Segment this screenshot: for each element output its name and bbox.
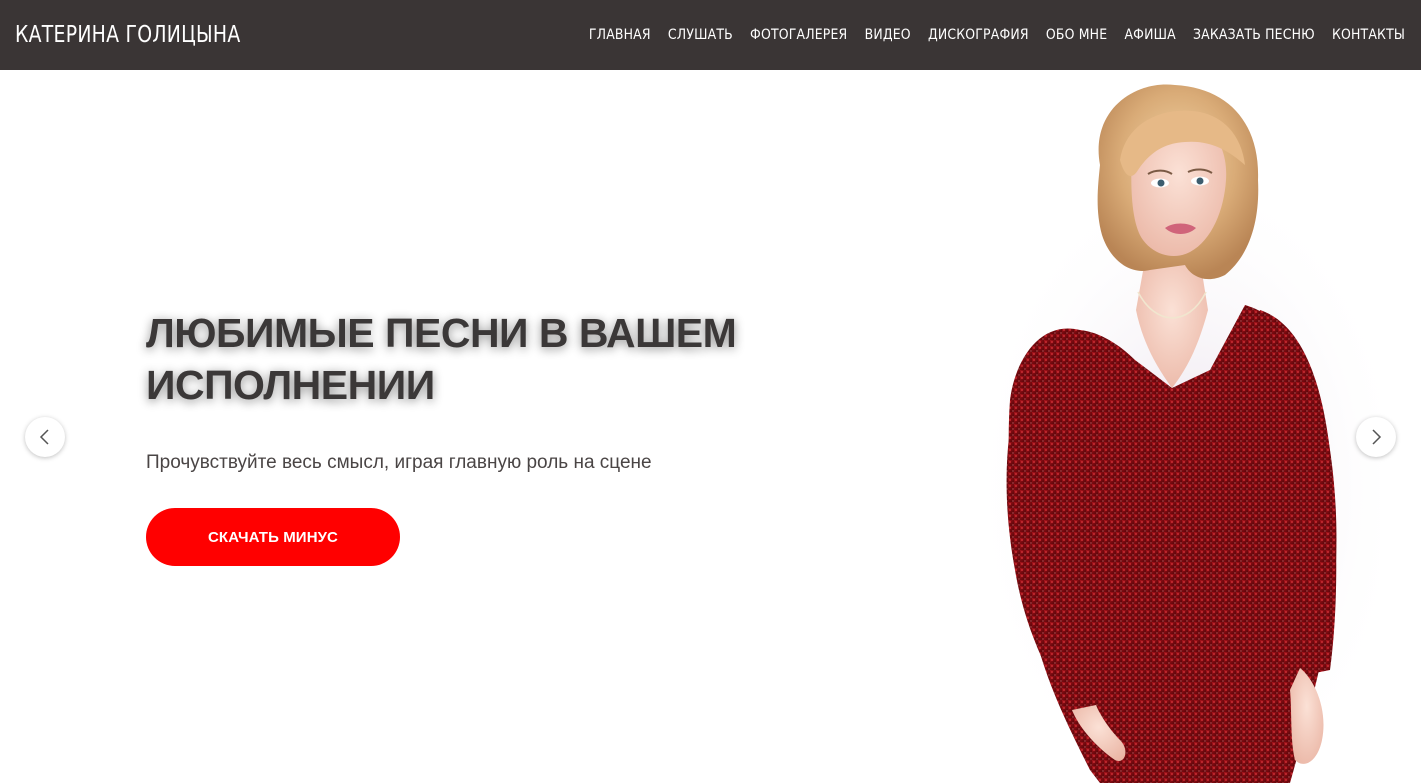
hero-subtitle: Прочувствуйте весь смысл, играя главную … <box>146 452 652 473</box>
main-nav: ГЛАВНАЯ СЛУШАТЬ ФОТОГАЛЕРЕЯ ВИДЕО ДИСКОГ… <box>436 27 1405 43</box>
hero-slider: ЛЮБИМЫЕ ПЕСНИ В ВАШЕМ ИСПОЛНЕНИИ Прочувс… <box>0 70 1421 783</box>
slider-next-button[interactable] <box>1356 417 1396 457</box>
nav-item-contacts[interactable]: КОНТАКТЫ <box>1315 27 1405 43</box>
nav-item-photo-gallery[interactable]: ФОТОГАЛЕРЕЯ <box>733 27 848 43</box>
nav-item-order-song[interactable]: ЗАКАЗАТЬ ПЕСНЮ <box>1176 27 1315 43</box>
chevron-right-icon <box>1372 429 1382 445</box>
hero-headline: ЛЮБИМЫЕ ПЕСНИ В ВАШЕМ ИСПОЛНЕНИИ <box>146 310 737 408</box>
download-backing-track-button[interactable]: СКАЧАТЬ МИНУС <box>146 508 400 566</box>
nav-item-video[interactable]: ВИДЕО <box>847 27 911 43</box>
nav-item-about[interactable]: ОБО МНЕ <box>1029 27 1108 43</box>
chevron-left-icon <box>39 429 49 445</box>
nav-item-discography[interactable]: ДИСКОГРАФИЯ <box>911 27 1029 43</box>
site-brand[interactable]: КАТЕРИНА ГОЛИЦЫНА <box>15 22 240 48</box>
artist-photo <box>970 84 1380 783</box>
nav-item-home[interactable]: ГЛАВНАЯ <box>572 27 651 43</box>
slider-prev-button[interactable] <box>25 417 65 457</box>
nav-item-listen[interactable]: СЛУШАТЬ <box>651 27 733 43</box>
site-header: КАТЕРИНА ГОЛИЦЫНА ГЛАВНАЯ СЛУШАТЬ ФОТОГА… <box>0 0 1421 70</box>
nav-item-events[interactable]: АФИША <box>1107 27 1176 43</box>
